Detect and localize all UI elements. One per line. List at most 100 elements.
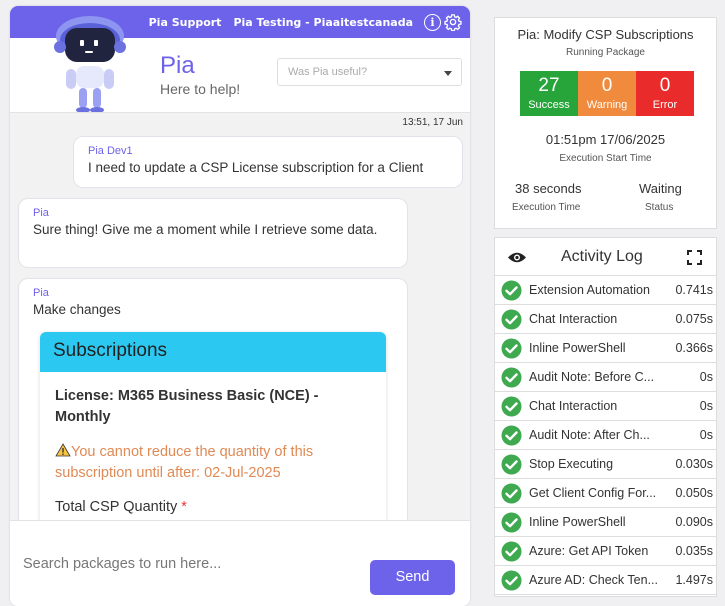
eye-icon[interactable]	[507, 251, 527, 264]
check-circle-icon	[501, 309, 522, 330]
activity-name: Chat Interaction	[529, 312, 618, 326]
activity-duration: 0.741s	[675, 283, 713, 297]
check-circle-icon	[501, 454, 522, 475]
activity-name: Chat Interaction	[529, 399, 618, 413]
activity-row[interactable]: Audit Note: Before C... 0s	[495, 363, 716, 392]
chat-panel: Pia Support Pia Testing - Piaaitestcanad…	[10, 6, 470, 606]
activity-row[interactable]: Audit Note: After Ch... 0s	[495, 421, 716, 450]
status-value: Waiting	[639, 181, 682, 196]
check-circle-icon	[501, 280, 522, 301]
package-title: Pia: Modify CSP Subscriptions	[517, 27, 694, 42]
quantity-warning: You cannot reduce the quantity of this s…	[55, 442, 365, 484]
result-counts: 27 Success 0 Warning 0 Error	[520, 71, 694, 116]
execution-start-label: Execution Start Time	[559, 153, 652, 164]
assistant-tagline: Here to help!	[160, 81, 241, 97]
activity-name: Extension Automation	[529, 283, 650, 297]
required-mark: *	[181, 499, 187, 515]
status-label: Status	[645, 202, 674, 213]
check-circle-icon	[501, 425, 522, 446]
package-status-card: Pia: Modify CSP Subscriptions Running Pa…	[494, 17, 717, 229]
check-circle-icon	[501, 367, 522, 388]
check-circle-icon	[501, 338, 522, 359]
activity-name: Azure: Get API Token	[529, 544, 649, 558]
activity-row[interactable]: Chat Interaction 0s	[495, 392, 716, 421]
activity-row[interactable]: Inline PowerShell 0.090s	[495, 508, 716, 537]
activity-duration: 0s	[699, 428, 713, 442]
warning-text: You cannot reduce the quantity of this s…	[55, 444, 314, 481]
check-circle-icon	[501, 570, 522, 591]
success-label: Success	[528, 99, 570, 111]
execution-time-label: Execution Time	[512, 202, 581, 213]
message-text: I need to update a CSP License subscript…	[88, 160, 424, 175]
activity-duration: 0.050s	[675, 486, 713, 500]
execution-time: 38 seconds	[515, 181, 582, 196]
user-message: Pia Dev1 I need to update a CSP License …	[73, 136, 463, 188]
check-circle-icon	[501, 483, 522, 504]
activity-duration: 0s	[699, 370, 713, 384]
message-sender: Pia	[33, 287, 49, 299]
success-count-badge: 27 Success	[520, 71, 578, 116]
activity-row[interactable]: Stop Executing 0.030s	[495, 450, 716, 479]
activity-duration: 0.030s	[675, 457, 713, 471]
activity-log-header: Activity Log	[495, 238, 716, 276]
error-label: Error	[652, 99, 678, 111]
execution-start-time: 01:51pm 17/06/2025	[545, 132, 666, 147]
warning-count-badge: 0 Warning	[578, 71, 636, 116]
activity-log: Activity Log Extension Automation 0.741s C…	[494, 237, 717, 597]
pia-robot-avatar	[54, 16, 126, 113]
activity-name: Azure AD: Check Ten...	[529, 573, 658, 587]
activity-log-title: Activity Log	[561, 248, 643, 265]
message-text: Make changes	[33, 302, 121, 317]
activity-name: Get Client Config For...	[529, 486, 657, 500]
activity-duration: 1.497s	[675, 573, 713, 587]
tenant-link[interactable]: Pia Testing - Piaaitestcanada	[233, 16, 413, 29]
check-circle-icon	[501, 396, 522, 417]
message-sender: Pia Dev1	[88, 145, 133, 157]
assistant-name: Pia	[160, 52, 195, 79]
activity-duration: 0.075s	[675, 312, 713, 326]
gear-icon[interactable]	[444, 13, 462, 31]
total-quantity-label: Total CSP Quantity *	[55, 498, 187, 517]
warning-count: 0	[601, 75, 613, 96]
warning-icon	[55, 443, 71, 457]
chat-messages[interactable]: 13:51, 17 Jun Pia Dev1 I need to update …	[10, 112, 470, 520]
feedback-placeholder: Was Pia useful?	[288, 66, 368, 78]
feedback-select[interactable]: Was Pia useful?	[277, 58, 462, 86]
activity-name: Audit Note: Before C...	[529, 370, 655, 384]
assistant-message: Pia Sure thing! Give me a moment while I…	[18, 198, 408, 268]
field-label: Total CSP Quantity	[55, 499, 178, 515]
composer: Search packages to run here... Send	[10, 520, 470, 606]
activity-row[interactable]: Azure: Get API Token 0.035s	[495, 537, 716, 566]
check-circle-icon	[501, 512, 522, 533]
activity-row[interactable]: Chat Interaction 0.075s	[495, 305, 716, 334]
check-circle-icon	[501, 541, 522, 562]
activity-name: Inline PowerShell	[529, 515, 626, 529]
send-button[interactable]: Send	[370, 560, 455, 595]
assistant-message: Pia Make changes Subscriptions License: …	[18, 278, 408, 520]
success-count: 27	[538, 75, 560, 96]
activity-duration: 0s	[699, 399, 713, 413]
chevron-down-icon	[444, 71, 452, 76]
pia-support-link[interactable]: Pia Support	[149, 16, 222, 29]
fullscreen-icon[interactable]	[687, 250, 702, 265]
activity-row[interactable]: Get Client Config For... 0.050s	[495, 479, 716, 508]
activity-name: Stop Executing	[529, 457, 614, 471]
error-count-badge: 0 Error	[636, 71, 694, 116]
message-text: Sure thing! Give me a moment while I ret…	[33, 222, 378, 237]
activity-row[interactable]: Extension Automation 0.741s	[495, 276, 716, 305]
activity-list: Extension Automation 0.741s Chat Interacti…	[495, 276, 716, 595]
message-timestamp: 13:51, 17 Jun	[402, 117, 463, 128]
activity-name: Audit Note: After Ch...	[529, 428, 650, 442]
activity-duration: 0.090s	[675, 515, 713, 529]
error-count: 0	[659, 75, 671, 96]
activity-duration: 0.035s	[675, 544, 713, 558]
activity-name: Inline PowerShell	[529, 341, 626, 355]
license-name: License: M365 Business Basic (NCE) - Mon…	[55, 388, 319, 425]
info-icon[interactable]: i	[424, 13, 441, 31]
activity-duration: 0.366s	[675, 341, 713, 355]
warning-label: Warning	[586, 99, 628, 111]
activity-row[interactable]: Inline PowerShell 0.366s	[495, 334, 716, 363]
activity-row[interactable]: Azure AD: Check Ten... 1.497s	[495, 566, 716, 595]
subscriptions-card: Subscriptions License: M365 Business Bas…	[40, 332, 386, 520]
package-search-input[interactable]: Search packages to run here...	[23, 556, 221, 572]
